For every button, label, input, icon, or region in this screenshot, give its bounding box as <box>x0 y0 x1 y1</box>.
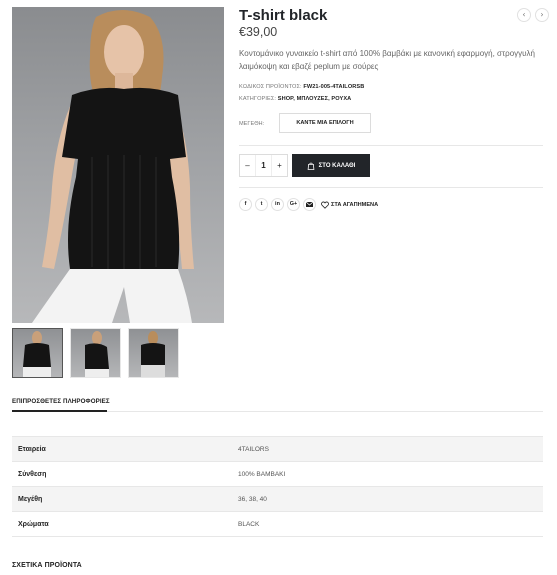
product-categories: ΚΑΤΗΓΟΡΙΕΣ: SHOP, ΜΠΛΟΥΖΕΣ, ΡΟΥΧΑ <box>239 96 351 102</box>
row-value: BLACK <box>238 520 260 528</box>
thumbnail-1[interactable] <box>12 328 63 378</box>
related-products-heading: ΣΧΕΤΙΚΑ ΠΡΟΪΟΝΤΑ <box>12 562 82 569</box>
next-product-icon[interactable]: › <box>535 8 549 22</box>
mail-icon[interactable] <box>303 198 316 211</box>
categories-label: ΚΑΤΗΓΟΡΙΕΣ: <box>239 96 277 102</box>
twitter-icon[interactable]: t <box>255 198 268 211</box>
thumbnail-strip <box>12 328 179 378</box>
thumbnail-2[interactable] <box>70 328 121 378</box>
add-to-cart-button[interactable]: ΣΤΟ ΚΑΛΑΘΙ <box>292 154 370 177</box>
size-select[interactable]: ΚΑΝΤΕ ΜΙΑ ΕΠΙΛΟΓΗ <box>279 113 371 133</box>
share-bar: f t in G+ ΣΤΑ ΑΓΑΠΗΜΕΝΑ <box>239 198 378 211</box>
categories-value[interactable]: SHOP, ΜΠΛΟΥΖΕΣ, ΡΟΥΧΑ <box>278 96 352 102</box>
divider <box>239 187 543 188</box>
product-code-value: FW21-005-4TAILORSB <box>303 84 365 90</box>
add-to-cart-label: ΣΤΟ ΚΑΛΑΘΙ <box>318 162 356 169</box>
facebook-icon[interactable]: f <box>239 198 252 211</box>
quantity-plus-button[interactable]: + <box>272 155 287 176</box>
thumbnail-3[interactable] <box>128 328 179 378</box>
row-label: Εταιρεία <box>18 445 46 453</box>
table-row: Χρώματα BLACK <box>12 511 543 537</box>
table-row: Σύνθεση 100% ΒΑΜΒΑΚΙ <box>12 461 543 487</box>
row-label: Μεγέθη <box>18 495 43 503</box>
row-value: 4TAILORS <box>238 445 269 453</box>
table-row: Μεγέθη 36, 38, 40 <box>12 486 543 512</box>
tab-additional-info[interactable]: ΕΠΙΠΡΟΣΘΕΤΕΣ ΠΛΗΡΟΦΟΡΙΕΣ <box>12 398 110 405</box>
quantity-minus-button[interactable]: – <box>240 155 255 176</box>
quantity-input[interactable]: 1 <box>255 155 272 176</box>
active-tab-indicator <box>12 410 107 412</box>
table-row: Εταιρεία 4TAILORS <box>12 436 543 462</box>
wishlist-button[interactable]: ΣΤΑ ΑΓΑΠΗΜΕΝΑ <box>321 201 378 209</box>
product-code: ΚΩΔΙΚΟΣ ΠΡΟΪΟΝΤΟΣ: FW21-005-4TAILORSB <box>239 84 364 90</box>
divider <box>239 145 543 146</box>
size-label: ΜΕΓΕΘΗ: <box>239 121 265 127</box>
product-main-image[interactable] <box>12 7 224 323</box>
quantity-stepper: – 1 + <box>239 154 288 177</box>
wishlist-label: ΣΤΑ ΑΓΑΠΗΜΕΝΑ <box>331 201 379 208</box>
product-code-label: ΚΩΔΙΚΟΣ ΠΡΟΪΟΝΤΟΣ: <box>239 84 302 90</box>
row-value: 36, 38, 40 <box>238 495 267 503</box>
product-title: T-shirt black <box>239 7 328 24</box>
row-value: 100% ΒΑΜΒΑΚΙ <box>238 470 286 478</box>
row-label: Σύνθεση <box>18 470 47 478</box>
prev-product-icon[interactable]: ‹ <box>517 8 531 22</box>
heart-icon <box>321 201 329 209</box>
google-plus-icon[interactable]: G+ <box>287 198 300 211</box>
product-price: €39,00 <box>239 25 278 39</box>
product-nav: ‹ › <box>517 8 549 22</box>
bag-icon <box>307 162 314 170</box>
product-description: Κοντομάνικο γυναικείο t-shirt από 100% β… <box>239 49 535 71</box>
linkedin-icon[interactable]: in <box>271 198 284 211</box>
row-label: Χρώματα <box>18 520 49 528</box>
additional-info-table: Εταιρεία 4TAILORS Σύνθεση 100% ΒΑΜΒΑΚΙ Μ… <box>12 436 543 537</box>
